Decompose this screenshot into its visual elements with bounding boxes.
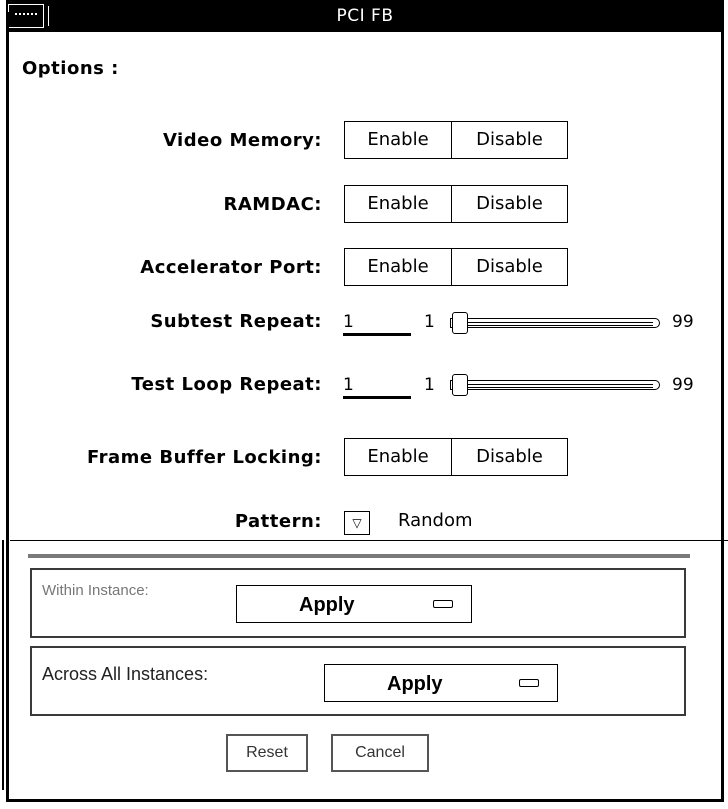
ramdac-toggle: Enable Disable <box>344 185 568 223</box>
section-divider <box>10 540 728 541</box>
subtest-repeat-input[interactable] <box>343 310 411 336</box>
subtest-repeat-min: 1 <box>424 312 435 332</box>
subtest-repeat-slider-knob[interactable] <box>452 312 468 334</box>
frame-buffer-locking-enable-button[interactable]: Enable <box>344 438 452 476</box>
within-instance-apply-label: Apply <box>299 594 355 616</box>
test-loop-repeat-max: 99 <box>672 375 694 395</box>
video-memory-toggle: Enable Disable <box>344 121 568 159</box>
frame-buffer-locking-disable-button[interactable]: Disable <box>451 438 568 476</box>
across-all-instances-label: Across All Instances: <box>42 664 209 684</box>
test-loop-repeat-input[interactable] <box>343 373 411 399</box>
lower-panel-rule <box>28 554 690 558</box>
ramdac-label: RAMDAC: <box>223 194 322 215</box>
video-memory-disable-button[interactable]: Disable <box>451 121 568 159</box>
pattern-value: Random <box>398 510 473 531</box>
test-loop-repeat-label: Test Loop Repeat: <box>131 374 322 395</box>
across-all-instances-group: Across All Instances: Apply <box>30 646 686 716</box>
accelerator-port-toggle: Enable Disable <box>344 248 568 286</box>
frame-buffer-locking-toggle: Enable Disable <box>344 438 568 476</box>
options-heading: Options : <box>22 58 119 79</box>
pattern-menu-button[interactable]: ▽ <box>344 511 370 535</box>
subtest-repeat-max: 99 <box>672 312 694 332</box>
accelerator-port-disable-button[interactable]: Disable <box>451 248 568 286</box>
reset-button[interactable]: Reset <box>226 734 308 772</box>
pattern-label: Pattern: <box>234 511 322 532</box>
test-loop-repeat-slider-knob[interactable] <box>452 374 468 396</box>
across-all-instances-apply-button[interactable]: Apply <box>324 664 558 702</box>
test-loop-repeat-min: 1 <box>424 375 435 395</box>
within-instance-group: Within Instance: Apply <box>30 568 686 638</box>
subtest-repeat-label: Subtest Repeat: <box>150 311 322 332</box>
triangle-down-icon: ▽ <box>352 516 362 530</box>
video-memory-enable-button[interactable]: Enable <box>344 121 452 159</box>
within-instance-label: Within Instance: <box>42 582 149 599</box>
video-memory-label: Video Memory: <box>162 130 322 151</box>
frame-buffer-locking-label: Frame Buffer Locking: <box>87 447 322 468</box>
across-all-instances-apply-label: Apply <box>387 673 443 695</box>
accelerator-port-label: Accelerator Port: <box>140 257 322 278</box>
ramdac-enable-button[interactable]: Enable <box>344 185 452 223</box>
window-edge <box>2 540 4 790</box>
cancel-button[interactable]: Cancel <box>331 734 429 772</box>
menu-icon <box>433 600 453 608</box>
subtest-repeat-slider[interactable] <box>450 318 660 328</box>
accelerator-port-enable-button[interactable]: Enable <box>344 248 452 286</box>
test-loop-repeat-slider[interactable] <box>450 380 660 390</box>
ramdac-disable-button[interactable]: Disable <box>451 185 568 223</box>
menu-icon <box>519 679 539 687</box>
within-instance-apply-button[interactable]: Apply <box>236 585 472 623</box>
